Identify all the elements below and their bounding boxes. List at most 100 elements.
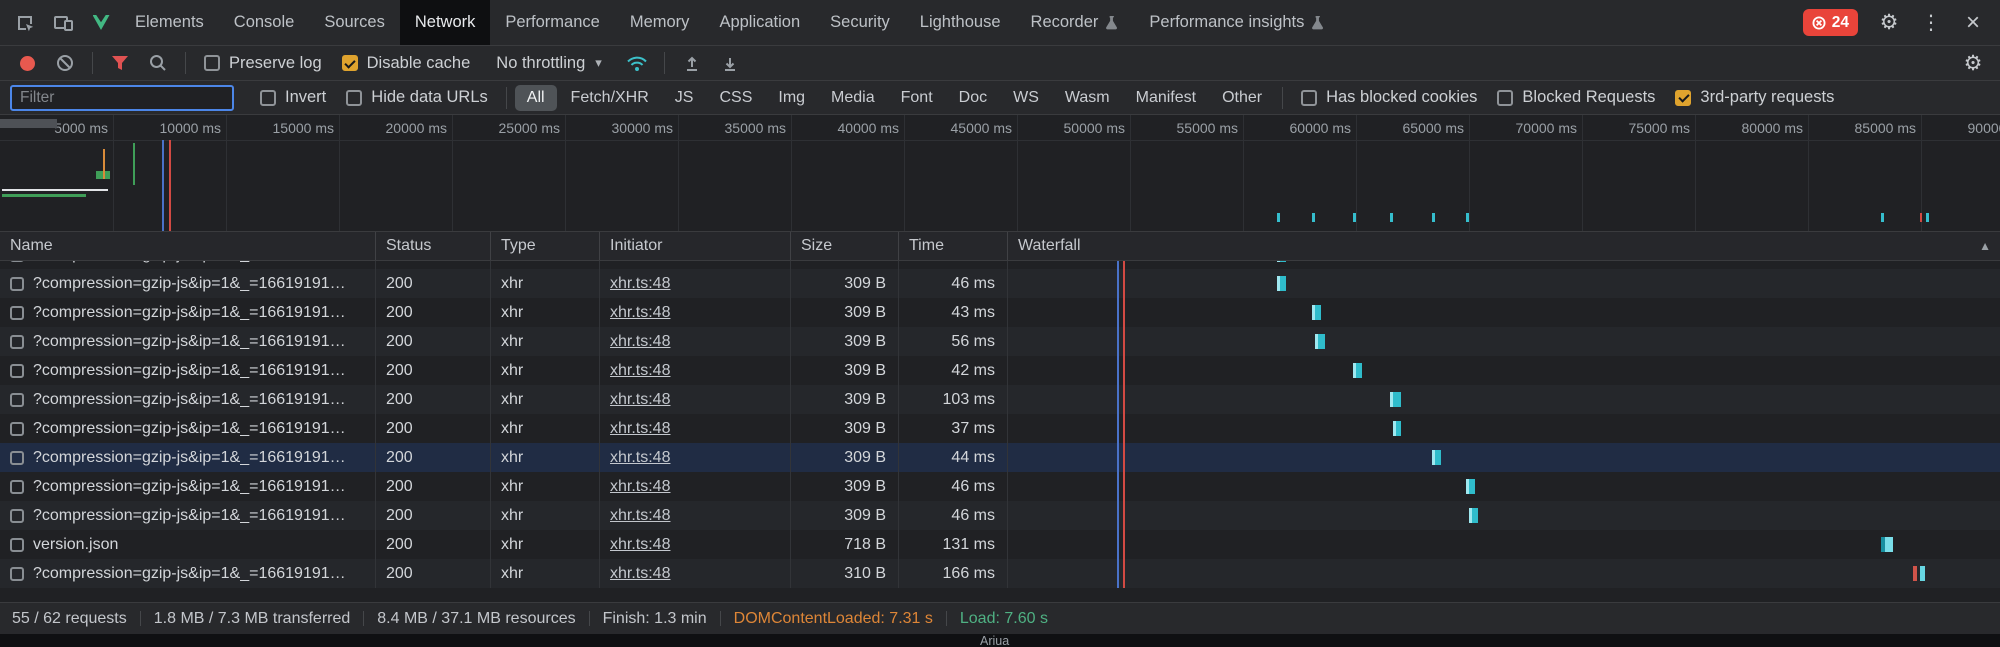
- table-row[interactable]: ?compression=gzip-js&ip=1&_=16619191…200…: [0, 261, 2000, 269]
- table-row[interactable]: ?compression=gzip-js&ip=1&_=16619191…200…: [0, 472, 2000, 501]
- filter-type-wasm[interactable]: Wasm: [1053, 85, 1122, 111]
- column-header-name[interactable]: Name: [0, 232, 376, 260]
- filter-type-doc[interactable]: Doc: [947, 85, 999, 111]
- filter-toggle-button[interactable]: [101, 46, 139, 80]
- initiator-link[interactable]: xhr.ts:48: [610, 333, 670, 351]
- ruler-gridline: [1469, 115, 1470, 232]
- error-count-badge[interactable]: 24: [1803, 9, 1858, 36]
- disable-cache-checkbox[interactable]: Disable cache: [342, 54, 471, 73]
- filter-input[interactable]: [10, 85, 234, 111]
- filter-type-manifest[interactable]: Manifest: [1124, 85, 1208, 111]
- device-toolbar-button[interactable]: [44, 6, 82, 40]
- export-har-button[interactable]: [711, 46, 749, 80]
- record-network-log-button[interactable]: [8, 46, 46, 80]
- status-separator: [140, 611, 141, 626]
- table-row[interactable]: ?compression=gzip-js&ip=1&_=16619191…200…: [0, 385, 2000, 414]
- filter-type-css[interactable]: CSS: [707, 85, 764, 111]
- column-header-initiator[interactable]: Initiator: [600, 232, 791, 260]
- ruler-gridline: [565, 115, 566, 232]
- tab-sources[interactable]: Sources: [309, 0, 400, 45]
- inspect-element-button[interactable]: [6, 6, 44, 40]
- waterfall-bar-segment: [1920, 566, 1925, 581]
- table-row[interactable]: ?compression=gzip-js&ip=1&_=16619191…200…: [0, 356, 2000, 385]
- table-row[interactable]: ?compression=gzip-js&ip=1&_=16619191…200…: [0, 327, 2000, 356]
- search-icon: [149, 54, 167, 72]
- invert-checkbox[interactable]: Invert: [260, 88, 326, 107]
- tab-recorder[interactable]: Recorder: [1016, 0, 1135, 45]
- tab-label: Network: [415, 13, 476, 32]
- status-text: Finish: 1.3 min: [603, 610, 707, 628]
- initiator-link[interactable]: xhr.ts:48: [610, 362, 670, 380]
- initiator-link[interactable]: xhr.ts:48: [610, 449, 670, 467]
- table-row[interactable]: ?compression=gzip-js&ip=1&_=16619191…200…: [0, 298, 2000, 327]
- vue-devtools-extension-icon[interactable]: [82, 6, 120, 40]
- file-icon: [10, 393, 24, 407]
- tab-performance-insights[interactable]: Performance insights: [1134, 0, 1340, 45]
- filter-funnel-icon: [111, 55, 129, 71]
- tab-network[interactable]: Network: [400, 0, 491, 45]
- table-row[interactable]: ?compression=gzip-js&ip=1&_=16619191…200…: [0, 559, 2000, 588]
- close-devtools-icon[interactable]: ×: [1954, 6, 1992, 40]
- preserve-log-checkbox[interactable]: Preserve log: [204, 54, 322, 73]
- kebab-menu-icon[interactable]: ⋮: [1912, 6, 1950, 40]
- table-row[interactable]: ?compression=gzip-js&ip=1&_=16619191…200…: [0, 443, 2000, 472]
- tab-elements[interactable]: Elements: [120, 0, 219, 45]
- initiator-link[interactable]: xhr.ts:48: [610, 420, 670, 438]
- initiator-link[interactable]: xhr.ts:48: [610, 304, 670, 322]
- waterfall-bar: [1312, 305, 1321, 320]
- has-blocked-cookies-checkbox[interactable]: Has blocked cookies: [1301, 88, 1477, 107]
- device-toolbar-icon: [53, 13, 74, 33]
- import-arrow-up-icon: [683, 54, 701, 72]
- filter-type-other[interactable]: Other: [1210, 85, 1274, 111]
- checkbox-label: Disable cache: [367, 54, 471, 73]
- hide-data-urls-checkbox[interactable]: Hide data URLs: [346, 88, 487, 107]
- column-header-waterfall[interactable]: Waterfall ▲: [1008, 232, 2000, 260]
- ruler-gridline: [1356, 115, 1357, 232]
- filter-type-all[interactable]: All: [515, 85, 557, 111]
- network-overview[interactable]: 5000 ms10000 ms15000 ms20000 ms25000 ms3…: [0, 115, 2000, 232]
- settings-gear-icon[interactable]: ⚙: [1870, 6, 1908, 40]
- import-har-button[interactable]: [673, 46, 711, 80]
- table-row[interactable]: version.json200xhrxhr.ts:48718 B131 ms: [0, 530, 2000, 559]
- initiator-link[interactable]: xhr.ts:48: [610, 565, 670, 583]
- tab-memory[interactable]: Memory: [615, 0, 705, 45]
- ruler-label: 20000 ms: [386, 120, 447, 136]
- waterfall-cell: [1008, 298, 2000, 327]
- initiator-link[interactable]: xhr.ts:48: [610, 275, 670, 293]
- name-cell: ?compression=gzip-js&ip=1&_=16619191…: [0, 261, 376, 269]
- filter-type-img[interactable]: Img: [766, 85, 817, 111]
- tab-security[interactable]: Security: [815, 0, 905, 45]
- third-party-requests-checkbox[interactable]: 3rd-party requests: [1675, 88, 1834, 107]
- initiator-link[interactable]: xhr.ts:48: [610, 391, 670, 409]
- network-settings-gear-icon[interactable]: ⚙: [1954, 46, 1992, 80]
- network-conditions-button[interactable]: [618, 46, 656, 80]
- initiator-link[interactable]: xhr.ts:48: [610, 478, 670, 496]
- initiator-link[interactable]: xhr.ts:48: [610, 261, 670, 264]
- initiator-link[interactable]: xhr.ts:48: [610, 507, 670, 525]
- type-cell: xhr: [491, 559, 600, 588]
- tab-lighthouse[interactable]: Lighthouse: [905, 0, 1016, 45]
- filter-type-font[interactable]: Font: [889, 85, 945, 111]
- column-header-size[interactable]: Size: [791, 232, 899, 260]
- filter-type-media[interactable]: Media: [819, 85, 887, 111]
- throttling-select[interactable]: No throttling ▾: [496, 54, 602, 73]
- column-header-type[interactable]: Type: [491, 232, 600, 260]
- file-icon: [10, 335, 24, 349]
- table-row[interactable]: ?compression=gzip-js&ip=1&_=16619191…200…: [0, 501, 2000, 530]
- filter-type-js[interactable]: JS: [663, 85, 706, 111]
- blocked-requests-checkbox[interactable]: Blocked Requests: [1497, 88, 1655, 107]
- table-row[interactable]: ?compression=gzip-js&ip=1&_=16619191…200…: [0, 269, 2000, 298]
- tab-application[interactable]: Application: [704, 0, 815, 45]
- tab-console[interactable]: Console: [219, 0, 310, 45]
- type-cell: xhr: [491, 414, 600, 443]
- column-header-status[interactable]: Status: [376, 232, 491, 260]
- clear-network-log-button[interactable]: [46, 46, 84, 80]
- filter-type-fetch-xhr[interactable]: Fetch/XHR: [559, 85, 661, 111]
- column-header-time[interactable]: Time: [899, 232, 1008, 260]
- search-button[interactable]: [139, 46, 177, 80]
- ruler-label: 70000 ms: [1516, 120, 1577, 136]
- table-row[interactable]: ?compression=gzip-js&ip=1&_=16619191…200…: [0, 414, 2000, 443]
- filter-type-ws[interactable]: WS: [1001, 85, 1051, 111]
- initiator-link[interactable]: xhr.ts:48: [610, 536, 670, 554]
- tab-performance[interactable]: Performance: [490, 0, 614, 45]
